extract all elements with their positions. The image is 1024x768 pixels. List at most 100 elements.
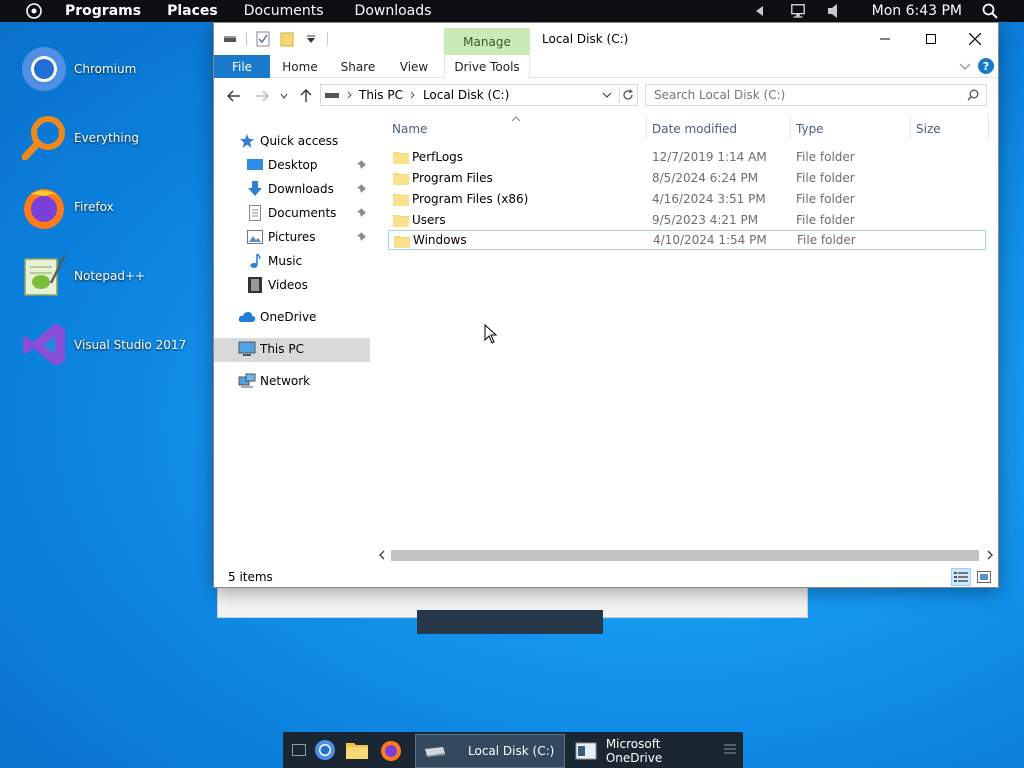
menu-documents[interactable]: Documents	[244, 3, 324, 19]
file-date: 12/7/2019 1:14 AM	[652, 150, 767, 164]
nav-item-this-pc[interactable]: This PC	[238, 338, 304, 360]
tab-share[interactable]: Share	[334, 55, 382, 78]
nav-item-pictures[interactable]: Pictures	[246, 226, 368, 248]
column-divider[interactable]	[910, 115, 911, 139]
refresh-icon[interactable]	[619, 87, 635, 103]
file-row[interactable]: Program Files 8/5/2024 6:24 PM File fold…	[388, 168, 986, 188]
clock[interactable]: Mon 6:43 PM	[872, 3, 962, 19]
file-name: PerfLogs	[412, 150, 464, 164]
nav-item-network[interactable]: Network	[238, 370, 310, 392]
up-button[interactable]	[296, 86, 316, 106]
large-icons-view-button[interactable]	[974, 568, 994, 586]
quick-access-toolbar	[222, 31, 328, 47]
task-label: Microsoft OneDrive	[605, 737, 663, 765]
hamburger-menu-icon[interactable]	[721, 740, 739, 758]
pin-icon[interactable]	[356, 207, 368, 219]
breadcrumb-chevron-icon[interactable]	[409, 90, 417, 100]
nav-item-onedrive[interactable]: OneDrive	[238, 306, 316, 328]
file-name: Windows	[413, 233, 467, 247]
tray-arrow-icon[interactable]	[752, 3, 768, 19]
column-header-type[interactable]: Type	[796, 120, 824, 138]
menu-downloads[interactable]: Downloads	[355, 3, 432, 19]
file-manager-icon[interactable]	[345, 738, 369, 762]
breadcrumb-chevron-icon[interactable]	[345, 90, 353, 100]
search-box[interactable]	[645, 84, 987, 106]
maximize-button[interactable]	[908, 23, 954, 55]
address-bar[interactable]: This PC Local Disk (C:)	[320, 84, 638, 106]
tab-view[interactable]: View	[392, 55, 436, 78]
search-input[interactable]	[654, 88, 954, 102]
file-type: File folder	[796, 213, 855, 227]
menu-programs[interactable]: Programs	[65, 3, 141, 19]
nav-item-downloads[interactable]: Downloads	[246, 178, 368, 200]
nav-item-videos[interactable]: Videos	[246, 274, 308, 296]
search-icon[interactable]	[982, 3, 998, 19]
nav-item-desktop[interactable]: Desktop	[246, 154, 368, 176]
computer-icon	[238, 340, 256, 358]
desktop-icon-visual-studio[interactable]: Visual Studio 2017	[20, 321, 186, 369]
desktop-icon-label: Firefox	[74, 200, 114, 214]
volume-icon[interactable]	[826, 3, 842, 19]
scroll-right-icon[interactable]	[984, 549, 996, 561]
search-icon[interactable]	[966, 88, 980, 102]
file-row[interactable]: Windows 4/10/2024 1:54 PM File folder	[388, 230, 986, 250]
navigation-bar: This PC Local Disk (C:)	[214, 82, 998, 110]
desktop-icon-firefox[interactable]: Firefox	[20, 183, 114, 231]
column-divider[interactable]	[988, 115, 989, 139]
title-bar[interactable]: Manage Local Disk (C:)	[214, 23, 998, 55]
address-dropdown-icon[interactable]	[601, 89, 613, 101]
help-icon[interactable]: ?	[978, 58, 994, 74]
expand-ribbon-icon[interactable]	[958, 60, 972, 74]
column-divider[interactable]	[790, 115, 791, 139]
show-desktop-icon[interactable]	[287, 738, 311, 762]
file-row[interactable]: Program Files (x86) 4/16/2024 3:51 PM Fi…	[388, 189, 986, 209]
new-folder-icon[interactable]	[279, 31, 295, 47]
pin-icon[interactable]	[356, 159, 368, 171]
desktop-icon-label: Notepad++	[74, 269, 146, 283]
nav-item-documents[interactable]: Documents	[246, 202, 368, 224]
breadcrumb-this-pc[interactable]: This PC	[359, 88, 403, 102]
column-divider[interactable]	[646, 115, 647, 139]
item-count: 5 items	[228, 570, 273, 584]
nav-item-label: Network	[260, 374, 311, 388]
task-label: Local Disk (C:)	[468, 744, 555, 758]
forward-button[interactable]	[252, 86, 272, 106]
close-button[interactable]	[952, 23, 998, 55]
task-local-disk[interactable]: Local Disk (C:)	[415, 734, 565, 768]
pin-icon[interactable]	[356, 183, 368, 195]
nav-item-music[interactable]: Music	[246, 250, 302, 272]
system-menu-icon[interactable]	[23, 0, 45, 22]
pin-icon[interactable]	[356, 231, 368, 243]
tab-drive-tools[interactable]: Drive Tools	[444, 55, 530, 78]
firefox-icon[interactable]	[379, 738, 403, 762]
desktop-icon-everything[interactable]: Everything	[20, 114, 139, 162]
details-view-button[interactable]	[951, 568, 971, 586]
nav-item-label: Desktop	[268, 158, 318, 172]
horizontal-scrollbar[interactable]	[374, 547, 998, 564]
task-microsoft-onedrive[interactable]: Microsoft OneDrive	[569, 734, 715, 768]
column-header-date-modified[interactable]: Date modified	[652, 120, 737, 138]
file-row[interactable]: Users 9/5/2023 4:21 PM File folder	[388, 210, 986, 230]
network-icon[interactable]	[790, 3, 806, 19]
customize-qat-icon[interactable]	[303, 31, 319, 47]
minimize-button[interactable]	[862, 23, 908, 55]
tab-home[interactable]: Home	[274, 55, 326, 78]
breadcrumb-local-disk[interactable]: Local Disk (C:)	[423, 88, 509, 102]
desktop-icon-chromium[interactable]: Chromium	[20, 45, 136, 93]
scrollbar-thumb[interactable]	[391, 550, 979, 561]
tab-file[interactable]: File	[214, 55, 270, 78]
recent-locations-icon[interactable]	[278, 86, 290, 106]
back-button[interactable]	[224, 86, 244, 106]
file-row[interactable]: PerfLogs 12/7/2019 1:14 AM File folder	[388, 147, 986, 167]
desktop-icon-notepadpp[interactable]: Notepad++	[20, 252, 145, 300]
column-header-name[interactable]: Name	[392, 120, 427, 138]
nav-item-quick-access[interactable]: Quick access	[238, 130, 338, 152]
chromium-icon[interactable]	[313, 738, 337, 762]
menu-places[interactable]: Places	[167, 3, 218, 19]
scroll-left-icon[interactable]	[376, 549, 388, 561]
column-header-size[interactable]: Size	[916, 120, 941, 138]
file-date: 9/5/2023 4:21 PM	[652, 213, 759, 227]
status-bar: 5 items	[214, 567, 998, 587]
tab-manage[interactable]: Manage	[444, 28, 530, 55]
properties-icon[interactable]	[255, 31, 271, 47]
